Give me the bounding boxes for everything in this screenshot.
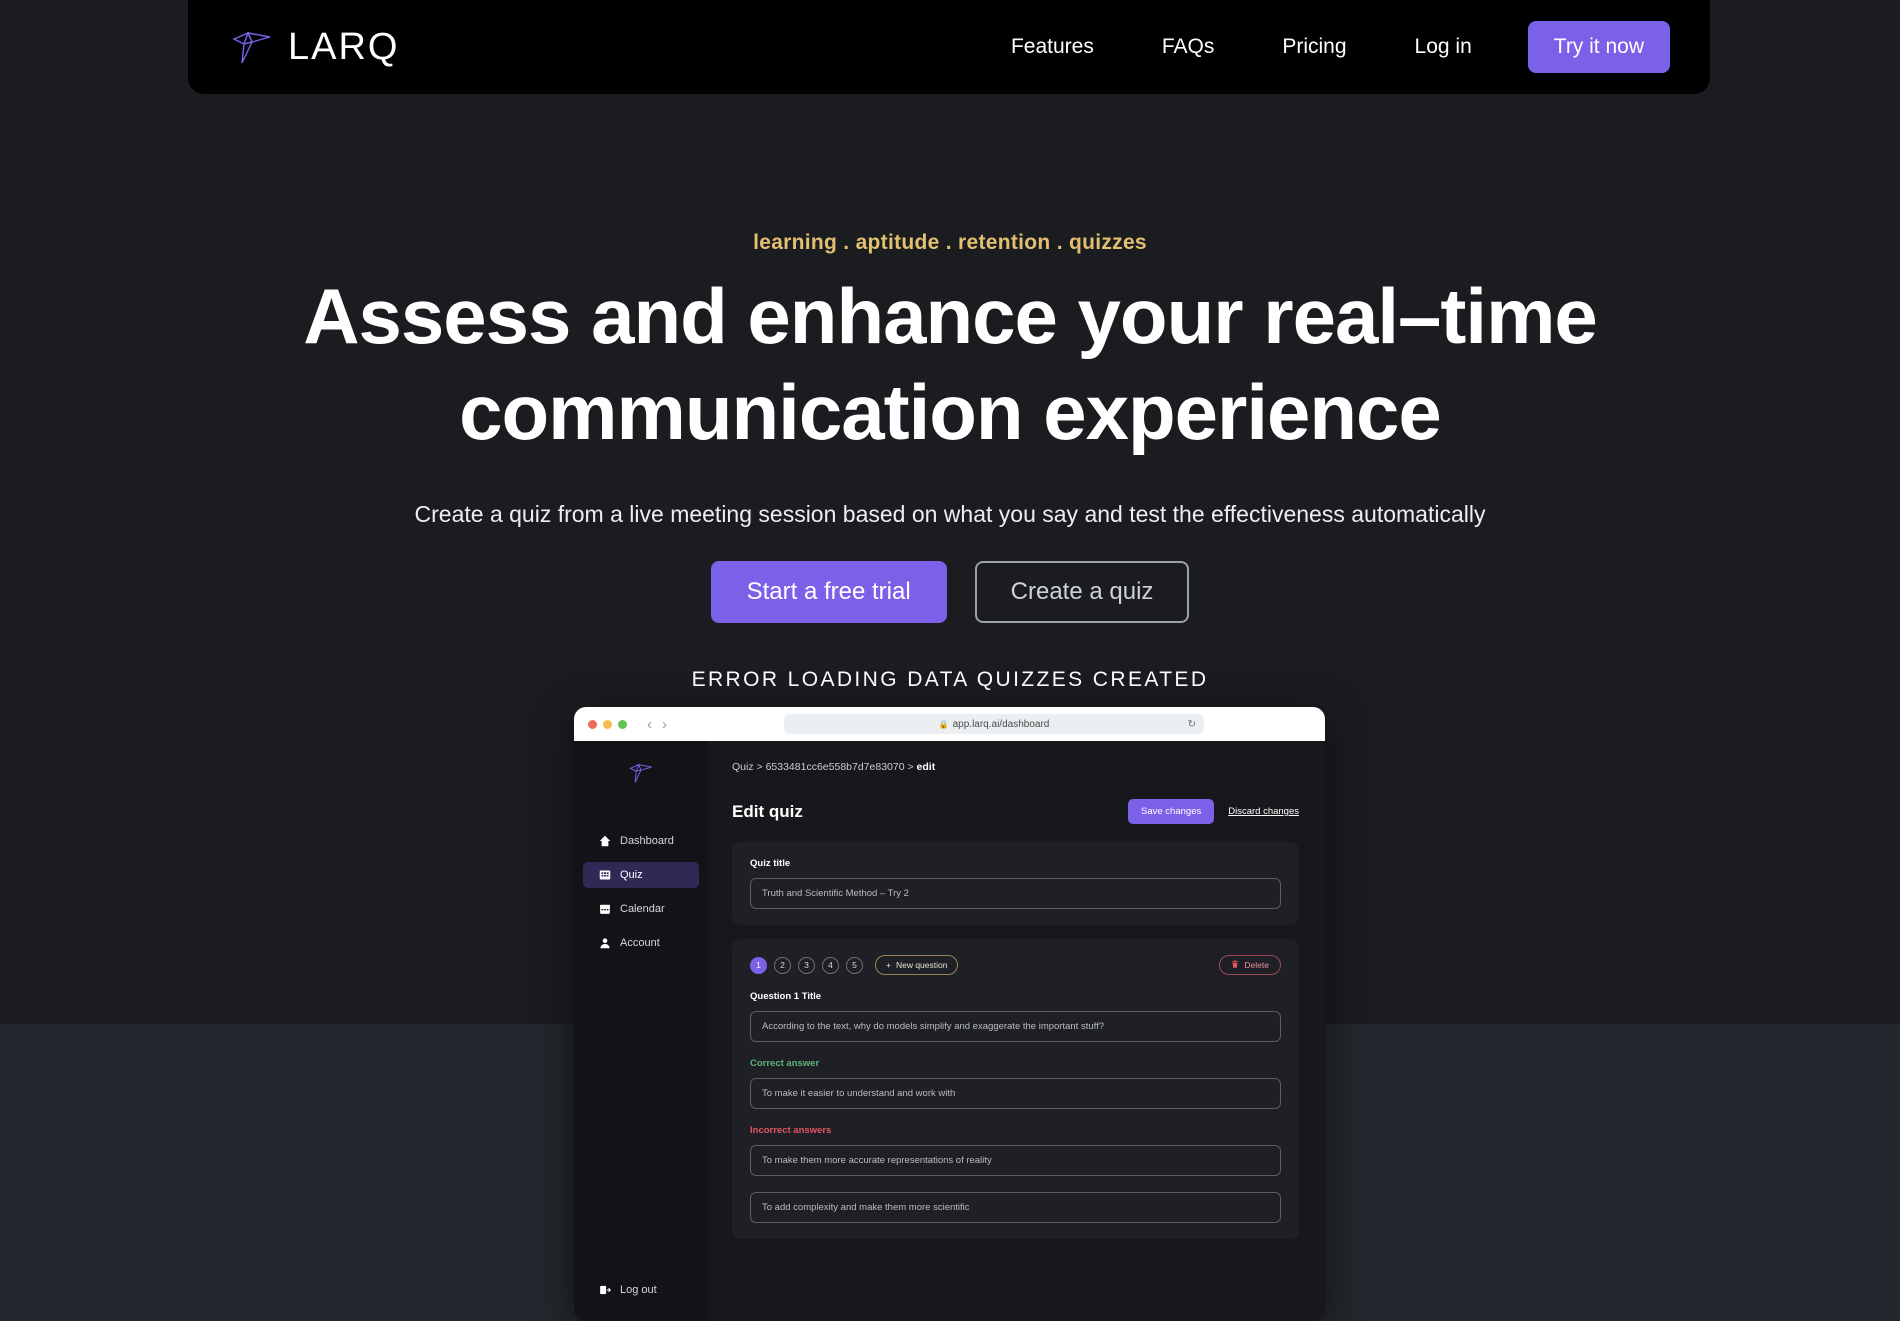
brand-name: LARQ bbox=[288, 26, 400, 68]
question-title-input[interactable]: According to the text, why do models sim… bbox=[750, 1011, 1281, 1042]
breadcrumb-separator: > bbox=[756, 761, 763, 773]
page-title: Assess and enhance your real–time commun… bbox=[0, 277, 1900, 451]
chevron-right-icon[interactable]: › bbox=[662, 716, 667, 733]
sidebar-item-calendar[interactable]: Calendar bbox=[583, 896, 699, 922]
nav-item-faqs[interactable]: FAQs bbox=[1128, 35, 1249, 59]
quiz-title-label: Quiz title bbox=[750, 858, 791, 869]
create-a-quiz-button[interactable]: Create a quiz bbox=[974, 561, 1190, 623]
lock-icon: 🔒 bbox=[938, 719, 949, 729]
grid-icon bbox=[599, 869, 611, 881]
correct-answer-label: Correct answer bbox=[750, 1058, 820, 1069]
hero-subtitle: Create a quiz from a live meeting sessio… bbox=[414, 501, 1486, 527]
incorrect-answer-input-1[interactable]: To make them more accurate representatio… bbox=[750, 1145, 1281, 1176]
breadcrumb: Quiz > 6533481cc6e558b7d7e83070 > edit bbox=[732, 761, 1299, 773]
edit-quiz-title: Edit quiz bbox=[732, 801, 803, 821]
question-pill-2[interactable]: 2 bbox=[774, 956, 791, 974]
question-pill-1[interactable]: 1 bbox=[750, 956, 767, 974]
hero-section: learning . aptitude . retention . quizze… bbox=[0, 94, 1900, 692]
start-free-trial-button[interactable]: Start a free trial bbox=[710, 561, 947, 623]
question-title-label: Question 1 Title bbox=[750, 991, 822, 1002]
nav-item-login[interactable]: Log in bbox=[1381, 35, 1506, 59]
save-changes-button[interactable]: Save changes bbox=[1128, 799, 1215, 824]
delete-question-button[interactable]: Delete bbox=[1219, 955, 1281, 975]
quizzes-created-stat: ERROR LOADING DATA QUIZZES CREATED bbox=[691, 668, 1209, 691]
address-bar[interactable]: 🔒 app.larq.ai/dashboard ↻ bbox=[784, 714, 1204, 734]
hero-cta-row: Start a free trial Create a quiz bbox=[0, 561, 1900, 623]
address-bar-url: app.larq.ai/dashboard bbox=[952, 718, 1050, 730]
app-sidebar: Dashboard Quiz Calendar Account Log out bbox=[574, 741, 708, 1321]
brand[interactable]: LARQ bbox=[230, 27, 399, 67]
urlbar-wrapper: 🔒 app.larq.ai/dashboard ↻ bbox=[677, 714, 1311, 734]
question-pills: 1 2 3 4 5 + New question bbox=[750, 955, 959, 975]
question-card: 1 2 3 4 5 + New question Delete Question… bbox=[732, 939, 1299, 1239]
sidebar-item-logout[interactable]: Log out bbox=[583, 1277, 699, 1303]
hero-eyebrow: learning . aptitude . retention . quizze… bbox=[753, 231, 1147, 254]
header-actions: Save changes Discard changes bbox=[1128, 799, 1299, 824]
trash-icon bbox=[1231, 960, 1239, 970]
home-icon bbox=[599, 835, 611, 847]
app-body: Dashboard Quiz Calendar Account Log out … bbox=[574, 741, 1325, 1321]
close-icon[interactable] bbox=[588, 719, 597, 729]
sidebar-item-quiz[interactable]: Quiz bbox=[583, 862, 699, 888]
plus-icon: + bbox=[886, 960, 891, 970]
sidebar-logo[interactable] bbox=[574, 761, 708, 790]
incorrect-answers-label: Incorrect answers bbox=[750, 1125, 832, 1136]
minimize-icon[interactable] bbox=[603, 719, 612, 729]
hummingbird-logo-icon bbox=[629, 763, 652, 783]
app-preview-mockup: ‹ › 🔒 app.larq.ai/dashboard ↻ Dashboard … bbox=[574, 707, 1325, 1321]
browser-chrome: ‹ › 🔒 app.larq.ai/dashboard ↻ bbox=[574, 707, 1325, 741]
incorrect-answer-input-2[interactable]: To add complexity and make them more sci… bbox=[750, 1192, 1281, 1223]
user-icon bbox=[599, 937, 611, 949]
sidebar-item-label: Calendar bbox=[620, 903, 665, 915]
landing-page: LARQ Features FAQs Pricing Log in Try it… bbox=[0, 0, 1900, 1321]
question-pill-4[interactable]: 4 bbox=[822, 956, 839, 974]
app-main: Quiz > 6533481cc6e558b7d7e83070 > edit E… bbox=[708, 741, 1325, 1321]
calendar-icon bbox=[599, 903, 611, 915]
sidebar-item-label: Account bbox=[620, 937, 660, 949]
delete-label: Delete bbox=[1244, 960, 1269, 970]
maximize-icon[interactable] bbox=[618, 719, 627, 729]
new-question-button[interactable]: + New question bbox=[875, 955, 959, 975]
chevron-left-icon[interactable]: ‹ bbox=[647, 716, 652, 733]
nav-item-pricing[interactable]: Pricing bbox=[1248, 35, 1380, 59]
new-question-label: New question bbox=[895, 960, 948, 970]
window-controls bbox=[588, 719, 627, 729]
sidebar-item-account[interactable]: Account bbox=[583, 930, 699, 956]
sidebar-item-dashboard[interactable]: Dashboard bbox=[583, 828, 699, 854]
logout-icon bbox=[599, 1284, 611, 1296]
sidebar-item-label: Quiz bbox=[620, 869, 643, 881]
correct-answer-input[interactable]: To make it easier to understand and work… bbox=[750, 1078, 1281, 1109]
nav-item-features[interactable]: Features bbox=[977, 35, 1128, 59]
breadcrumb-root[interactable]: Quiz bbox=[732, 761, 754, 773]
headline-line-1: Assess and enhance your real–time bbox=[303, 272, 1598, 360]
reload-icon[interactable]: ↻ bbox=[1188, 719, 1196, 730]
discard-changes-link[interactable]: Discard changes bbox=[1228, 806, 1299, 817]
breadcrumb-current: edit bbox=[916, 761, 936, 773]
top-navbar: LARQ Features FAQs Pricing Log in Try it… bbox=[188, 0, 1710, 94]
headline-line-2: communication experience bbox=[459, 368, 1442, 456]
nav-links: Features FAQs Pricing Log in Try it now bbox=[977, 21, 1670, 73]
browser-nav-buttons: ‹ › bbox=[647, 716, 667, 733]
quiz-title-input[interactable]: Truth and Scientific Method – Try 2 bbox=[750, 878, 1281, 909]
hummingbird-logo-icon bbox=[230, 27, 274, 67]
main-header: Edit quiz Save changes Discard changes bbox=[732, 799, 1299, 824]
sidebar-item-label: Dashboard bbox=[620, 835, 674, 847]
question-pill-5[interactable]: 5 bbox=[846, 956, 863, 974]
question-toolbar: 1 2 3 4 5 + New question Delete bbox=[750, 955, 1281, 975]
quiz-title-card: Quiz title Truth and Scientific Method –… bbox=[732, 842, 1299, 925]
sidebar-item-label: Log out bbox=[620, 1284, 657, 1296]
breadcrumb-id[interactable]: 6533481cc6e558b7d7e83070 bbox=[766, 761, 905, 773]
try-it-now-button[interactable]: Try it now bbox=[1527, 21, 1670, 73]
question-pill-3[interactable]: 3 bbox=[798, 956, 815, 974]
breadcrumb-separator: > bbox=[907, 761, 914, 773]
